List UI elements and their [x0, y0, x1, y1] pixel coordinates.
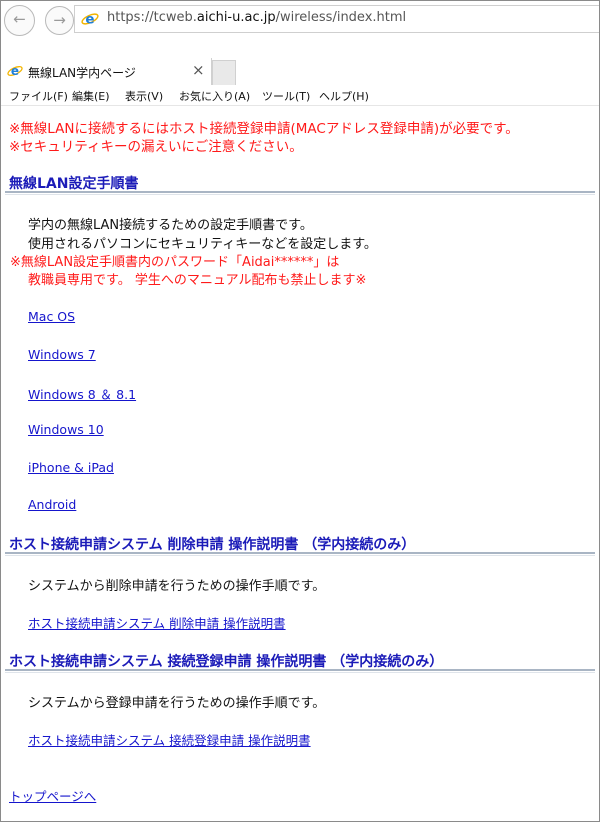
section3-desc: システムから登録申請を行うための操作手順です。	[28, 696, 326, 711]
section-divider	[5, 191, 595, 193]
section1-desc-1: 学内の無線LAN接続するための設定手順書です。	[28, 218, 313, 233]
url-field[interactable]: e https://tcweb.aichi-u.ac.jp/wireless/i…	[74, 5, 599, 33]
link-windows-10[interactable]: Windows 10	[28, 422, 104, 437]
section-divider-shadow	[5, 194, 595, 195]
url-text: https://tcweb.aichi-u.ac.jp/wireless/ind…	[107, 10, 407, 25]
link-delete-manual[interactable]: ホスト接続申請システム 削除申請 操作説明書	[28, 613, 286, 632]
back-arrow-icon: ←	[13, 10, 26, 28]
section-title-register-manual: ホスト接続申請システム 接続登録申請 操作説明書 （学内接続のみ）	[9, 654, 444, 670]
password-note-1: ※無線LAN設定手順書内のパスワード「Aidai******」は	[10, 255, 340, 270]
link-windows-8[interactable]: Windows 8 ＆ 8.1	[28, 384, 136, 403]
menu-help[interactable]: ヘルプ(H)	[319, 88, 369, 104]
section-divider-shadow	[5, 555, 595, 556]
menu-view[interactable]: 表示(V)	[125, 88, 163, 104]
menu-edit[interactable]: 編集(E)	[72, 88, 110, 104]
svg-text:e: e	[85, 12, 94, 28]
close-icon[interactable]: ×	[192, 61, 205, 79]
section-divider-shadow	[5, 672, 595, 673]
forward-button[interactable]: →	[45, 6, 74, 35]
new-tab-button[interactable]	[212, 60, 236, 85]
ie-logo-icon: e	[81, 12, 99, 28]
menu-bar: ファイル(F) 編集(E) 表示(V) お気に入り(A) ツール(T) ヘルプ(…	[1, 85, 599, 106]
section-title-delete-manual: ホスト接続申請システム 削除申請 操作説明書 （学内接続のみ）	[9, 537, 416, 553]
link-iphone-ipad[interactable]: iPhone & iPad	[28, 460, 114, 475]
tab-ie-logo-icon: e	[7, 64, 23, 78]
tab-active[interactable]: e 無線LAN学内ページ ×	[1, 58, 212, 85]
password-note-2: 教職員専用です。 学生へのマニュアル配布も禁止します※	[28, 273, 367, 288]
menu-file[interactable]: ファイル(F)	[9, 88, 68, 104]
warning-security-key: ※セキュリティキーの漏えいにご注意ください。	[9, 139, 303, 155]
link-windows-7[interactable]: Windows 7	[28, 347, 96, 362]
menu-favorites[interactable]: お気に入り(A)	[179, 88, 250, 104]
link-android[interactable]: Android	[28, 497, 76, 512]
section1-desc-2: 使用されるパソコンにセキュリティキーなどを設定します。	[28, 237, 377, 252]
link-register-manual[interactable]: ホスト接続申請システム 接続登録申請 操作説明書	[28, 730, 311, 749]
section-divider	[5, 669, 595, 671]
warning-mac-registration: ※無線LANに接続するにはホスト接続登録申請(MACアドレス登録申請)が必要です…	[9, 121, 519, 137]
tab-strip: e 無線LAN学内ページ ×	[1, 58, 599, 86]
link-top-page[interactable]: トップページへ	[9, 786, 96, 805]
section2-desc: システムから削除申請を行うための操作手順です。	[28, 579, 326, 594]
tab-title: 無線LAN学内ページ	[28, 66, 136, 80]
back-button[interactable]: ←	[4, 5, 35, 36]
section-divider	[5, 552, 595, 554]
forward-arrow-icon: →	[53, 11, 66, 29]
address-bar-area: ← → e https://tcweb.aichi-u.ac.jp/wirele…	[1, 1, 599, 41]
section-title-wlan-manual: 無線LAN設定手順書	[9, 176, 139, 192]
menu-tools[interactable]: ツール(T)	[262, 88, 310, 104]
browser-window: ← → e https://tcweb.aichi-u.ac.jp/wirele…	[0, 0, 600, 822]
link-mac-os[interactable]: Mac OS	[28, 309, 75, 324]
svg-text:e: e	[11, 64, 19, 78]
